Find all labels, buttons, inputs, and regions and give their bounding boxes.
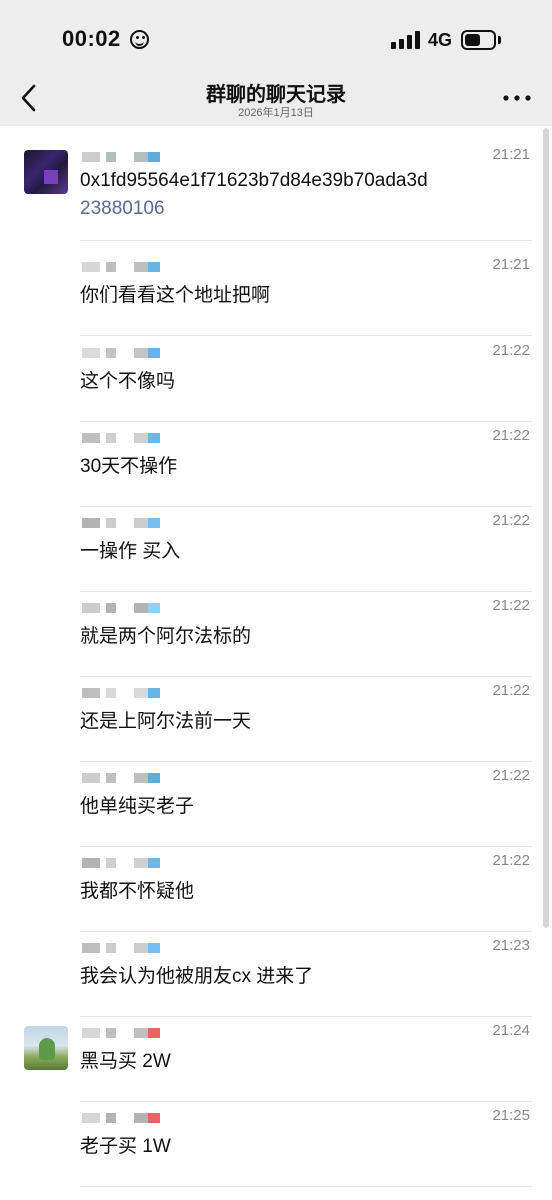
message-row[interactable]: 21:21 你们看看这个地址把啊 <box>0 250 540 336</box>
avatar[interactable] <box>24 150 68 194</box>
message-row[interactable]: 21:22 这个不像吗 <box>0 336 540 422</box>
message-time: 21:21 <box>492 146 530 163</box>
avatar[interactable] <box>24 1026 68 1070</box>
battery-tip <box>498 36 501 44</box>
message-row[interactable]: 21:22 他单纯买老子 <box>0 761 540 847</box>
battery-icon <box>461 30 496 50</box>
nav-bar: 群聊的聊天记录 2026年1月13日 <box>0 70 552 126</box>
page-date: 2026年1月13日 <box>238 107 314 119</box>
sender-name-blurred <box>82 1111 162 1127</box>
message-time: 21:24 <box>492 1022 530 1039</box>
message-text: 他单纯买老子 <box>80 796 195 817</box>
message-row[interactable]: 21:23 我会认为他被朋友cx 进来了 <box>0 931 540 1017</box>
message-time: 21:22 <box>492 682 530 699</box>
message-text: 这个不像吗 <box>80 371 176 392</box>
message-row[interactable]: 21:22 我都不怀疑他 <box>0 846 540 932</box>
sender-name-blurred <box>82 431 162 447</box>
message-row[interactable]: 21:22 还是上阿尔法前一天 <box>0 676 540 762</box>
message-text: 我都不怀疑他 <box>80 881 195 902</box>
sender-name-blurred <box>82 601 162 617</box>
message-text: 黑马买 2W <box>80 1051 171 1072</box>
message-time: 21:21 <box>492 256 530 273</box>
sender-name-blurred <box>82 346 162 362</box>
message-divider <box>80 1186 532 1187</box>
message-text: 30天不操作 <box>80 456 178 477</box>
message-text: 还是上阿尔法前一天 <box>80 711 252 732</box>
message-text: 老子买 1W <box>80 1136 171 1157</box>
message-row[interactable]: 21:22 就是两个阿尔法标的 <box>0 591 540 677</box>
message-time: 21:22 <box>492 852 530 869</box>
status-bar: 00:02 4G <box>0 0 552 70</box>
message-row[interactable]: 21:22 一操作 买入 <box>0 506 540 592</box>
message-time: 21:22 <box>492 427 530 444</box>
sender-name-blurred <box>82 260 162 276</box>
sender-name-blurred <box>82 516 162 532</box>
message-row[interactable]: 21:24 黑马买 2W <box>0 1016 540 1102</box>
message-row[interactable]: 21:22 30天不操作 <box>0 421 540 507</box>
more-button[interactable] <box>500 86 534 110</box>
message-text: 就是两个阿尔法标的 <box>80 626 252 647</box>
message-time: 21:22 <box>492 342 530 359</box>
message-text: 一操作 买入 <box>80 541 181 562</box>
sender-name-blurred <box>82 856 162 872</box>
message-text: 我会认为他被朋友cx 进来了 <box>80 966 314 987</box>
sender-name-blurred <box>82 941 162 957</box>
signal-icon <box>391 31 421 49</box>
sender-name-blurred <box>82 150 162 166</box>
message-time: 21:25 <box>492 1107 530 1124</box>
scrollbar[interactable] <box>543 128 549 928</box>
message-link[interactable]: 23880106 <box>80 198 165 220</box>
page-title: 群聊的聊天记录 <box>206 84 346 106</box>
message-row[interactable]: 21:25 老子买 1W <box>0 1101 540 1187</box>
status-time: 00:02 <box>62 26 121 51</box>
sender-name-blurred <box>82 771 162 787</box>
message-text: 你们看看这个地址把啊 <box>80 285 271 306</box>
more-dots-icon <box>503 95 531 101</box>
network-label: 4G <box>428 30 453 50</box>
message-time: 21:23 <box>492 937 530 954</box>
message-time: 21:22 <box>492 597 530 614</box>
message-row[interactable]: 21:21 0x1fd95564e1f71623b7d84e39b70ada3d 2… <box>0 140 540 241</box>
message-time: 21:22 <box>492 512 530 529</box>
emoji-icon <box>130 30 149 49</box>
message-text: 0x1fd95564e1f71623b7d84e39b70ada3d <box>80 170 428 191</box>
message-divider <box>80 240 532 241</box>
sender-name-blurred <box>82 1026 162 1042</box>
sender-name-blurred <box>82 686 162 702</box>
message-time: 21:22 <box>492 767 530 784</box>
